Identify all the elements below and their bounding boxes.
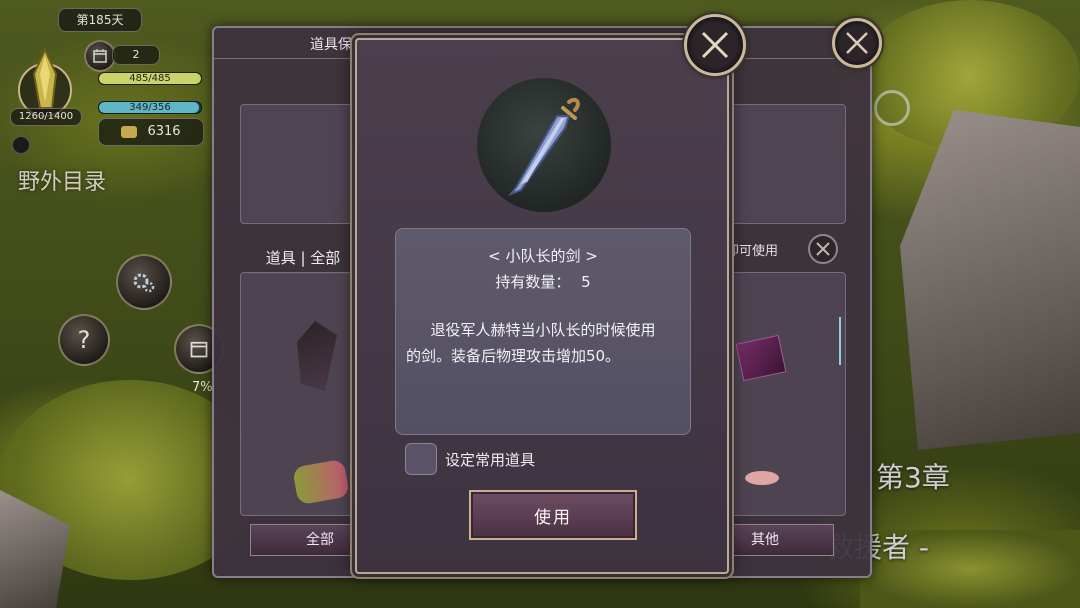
item-detail-dialog: < 小队长的剑 > 持有数量： 5 退役军人赫特当小队长的时候使用 的剑。装备后…: [355, 38, 729, 574]
item-slot-dark-relic[interactable]: [297, 321, 337, 391]
sword-icon: [508, 97, 580, 197]
use-button[interactable]: 使用: [469, 490, 637, 540]
favorite-label: 设定常用道具: [445, 451, 536, 469]
item-name: < 小队长的剑 >: [488, 247, 598, 265]
favorite-checkbox[interactable]: [405, 443, 437, 475]
target-marker-icon: [874, 90, 910, 126]
mp-bar: 349/356: [98, 101, 202, 114]
chapter-title: 第3章: [876, 461, 950, 494]
close-icon: [701, 31, 729, 59]
hint-close-icon[interactable]: [808, 234, 838, 264]
dialog-close-button[interactable]: [684, 14, 746, 76]
status-dot: [12, 136, 30, 154]
item-slot-meat[interactable]: [292, 458, 350, 506]
filter-label[interactable]: 道具 | 全部: [248, 244, 358, 274]
help-button[interactable]: ?: [58, 314, 110, 366]
item-slot-purple-cloth[interactable]: [735, 334, 787, 382]
item-description-line1: 退役军人赫特当小队长的时候使用: [430, 321, 656, 339]
item-portrait: [477, 78, 611, 212]
progress-percent: 7%: [192, 380, 213, 395]
crystal-value: 1260/1400: [10, 108, 82, 126]
close-icon: [846, 32, 868, 54]
item-slot-feather[interactable]: [745, 471, 779, 485]
item-quantity: 持有数量： 5: [495, 273, 591, 291]
day-counter: 第185天: [58, 8, 142, 32]
gold-icon: [121, 126, 138, 138]
item-description-line2: 的剑。装备后物理攻击增加50。: [405, 347, 621, 365]
gold-counter: 6316: [98, 118, 204, 146]
back-panel-close-button[interactable]: [832, 18, 882, 68]
use-hint: 即可使用: [726, 244, 779, 259]
hp-bar: 485/485: [98, 72, 202, 85]
settings-gear-icon[interactable]: [116, 254, 172, 310]
calendar-count: 2: [112, 45, 160, 65]
field-list-button[interactable]: 野外目录: [18, 164, 158, 196]
scrollbar[interactable]: [839, 317, 841, 365]
item-info-box: < 小队长的剑 > 持有数量： 5 退役军人赫特当小队长的时候使用 的剑。装备后…: [395, 228, 691, 435]
